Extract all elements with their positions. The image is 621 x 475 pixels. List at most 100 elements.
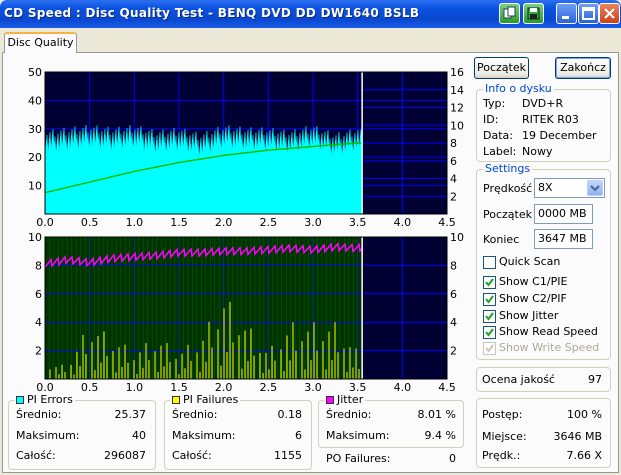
position-value: 3646 MB: [553, 430, 602, 443]
speed-readout-value: 7.66 X: [566, 449, 602, 462]
jitter-swatch: [326, 396, 334, 404]
quality-label: Ocena jakość: [482, 373, 555, 386]
pi-errors-total: 296087: [104, 449, 146, 462]
speed-readout-label: Prędk.:: [482, 449, 521, 462]
info-label-label: Label:: [483, 145, 517, 158]
x-tick-label: 2.5: [260, 381, 278, 394]
y2-tick-label: 6: [450, 288, 457, 301]
jitter-avg: 8.01 %: [417, 408, 456, 421]
pi-failures-title: PI Failures: [183, 393, 239, 406]
y-tick-label: 20: [28, 151, 42, 164]
position-label: Miejsce:: [482, 430, 527, 443]
info-type-label: Typ:: [483, 97, 506, 110]
empty-plot-area: [362, 237, 447, 379]
x-tick-label: 4.0: [394, 381, 412, 394]
tab-disc-quality[interactable]: Disc Quality: [4, 32, 77, 53]
pi-failures-total-label: Całość:: [172, 449, 212, 462]
quick-scan-checkbox[interactable]: [483, 256, 496, 269]
y-tick-label: 10: [28, 180, 42, 193]
copy-icon[interactable]: [499, 3, 520, 24]
y2-tick-label: 10: [450, 231, 464, 244]
quick-scan-label: Quick Scan: [499, 255, 561, 268]
pi-errors-total-label: Całość:: [16, 449, 56, 462]
speed-value: 8X: [538, 181, 553, 194]
pi-failures-legend: PI Failures: [170, 393, 241, 406]
pi-errors-legend: PI Errors: [14, 394, 75, 406]
start-input[interactable]: 0000 MB: [534, 204, 593, 224]
jitter-legend: Jitter: [324, 394, 366, 406]
pif-jitter-chart: 0.0 0.5 1.0 1.5 2.0 2.5 3.0 3.5 4.0 4.52468102468…: [28, 231, 464, 394]
y2-tick-label: 8: [450, 137, 457, 150]
show-jitter-checkbox[interactable]: [483, 310, 496, 323]
title-bar: CD Speed : Disc Quality Test - BENQ DVD …: [0, 0, 621, 28]
y-tick-label: 4: [35, 316, 42, 329]
show-pie-checkbox[interactable]: [483, 276, 496, 289]
pi-failures-total: 1155: [274, 449, 302, 462]
pi-errors-swatch: [16, 396, 24, 404]
y2-tick-label: 16: [450, 66, 464, 79]
maximize-button[interactable]: [578, 3, 599, 24]
y-tick-label: 50: [28, 66, 42, 79]
start-label: Początek: [483, 208, 532, 221]
y2-tick-label: 8: [450, 259, 457, 272]
y-tick-label: 6: [35, 288, 42, 301]
show-write-speed-label: Show Write Speed: [499, 341, 600, 354]
y2-tick-label: 6: [450, 155, 457, 168]
close-button[interactable]: [599, 3, 620, 24]
pi-failures-max: 6: [295, 429, 302, 442]
end-input[interactable]: 3647 MB: [534, 229, 593, 249]
speed-label: Prędkość: [483, 182, 533, 195]
x-tick-label: 4.5: [438, 381, 456, 394]
minimize-button[interactable]: [556, 3, 577, 24]
finish-button[interactable]: Zakończ: [555, 57, 611, 79]
pi-errors-avg-label: Średnio:: [16, 408, 62, 421]
po-failures-value: 0: [449, 452, 456, 465]
y2-tick-label: 2: [450, 190, 457, 203]
chevron-down-icon[interactable]: [587, 180, 603, 196]
quality-value: 97: [588, 373, 602, 386]
y2-tick-label: 12: [450, 102, 464, 115]
y2-tick-label: 4: [450, 316, 457, 329]
pie-chart: 0.0 0.5 1.0 1.5 2.0 2.5 3.0 3.5 4.0 4.51020304050…: [28, 66, 464, 229]
po-failures-label: PO Failures:: [326, 452, 391, 465]
jitter-max-label: Maksimum:: [326, 429, 390, 442]
speed-select[interactable]: 8X: [534, 178, 605, 198]
pi-errors-max-label: Maksimum:: [16, 429, 80, 442]
x-tick-label: 3.0: [304, 381, 322, 394]
y-tick-label: 30: [28, 123, 42, 136]
save-icon[interactable]: [523, 3, 544, 24]
show-read-speed-checkbox[interactable]: [483, 326, 496, 339]
y2-tick-label: 2: [450, 345, 457, 358]
pi-failures-swatch: [172, 396, 180, 404]
progress-label: Postęp:: [482, 408, 523, 421]
pi-errors-max: 40: [132, 429, 146, 442]
jitter-max: 9.4 %: [424, 429, 456, 442]
show-pie-label: Show C1/PIE: [499, 275, 568, 288]
info-label-value: Nowy: [522, 145, 553, 158]
window-title: CD Speed : Disc Quality Test - BENQ DVD …: [4, 6, 420, 20]
y2-tick-label: 10: [450, 119, 464, 132]
settings-title: Settings: [483, 162, 533, 175]
jitter-avg-label: Średnio:: [326, 408, 372, 421]
x-tick-label: 0.5: [81, 381, 99, 394]
y2-tick-label: 14: [450, 84, 464, 97]
info-id-label: ID:: [483, 113, 499, 126]
y-tick-label: 10: [28, 231, 42, 244]
show-read-speed-label: Show Read Speed: [499, 325, 598, 338]
end-label: Koniec: [483, 233, 520, 246]
show-pif-label: Show C2/PIF: [499, 292, 567, 305]
start-button[interactable]: Początek: [474, 57, 529, 79]
info-id-value: RITEK R03: [522, 113, 579, 126]
show-pif-checkbox[interactable]: [483, 293, 496, 306]
show-jitter-label: Show Jitter: [499, 309, 559, 322]
pi-failures-max-label: Maksimum:: [172, 429, 236, 442]
y-tick-label: 2: [35, 345, 42, 358]
y2-tick-label: 4: [450, 173, 457, 186]
x-tick-label: 1.0: [126, 381, 144, 394]
show-write-speed-checkbox: [483, 342, 496, 355]
info-date-value: 19 December: [522, 129, 597, 142]
pi-errors-avg: 25.37: [114, 408, 147, 421]
pi-failures-avg: 0.18: [277, 408, 303, 421]
y-tick-label: 40: [28, 94, 42, 107]
info-type-value: DVD+R: [522, 97, 564, 110]
